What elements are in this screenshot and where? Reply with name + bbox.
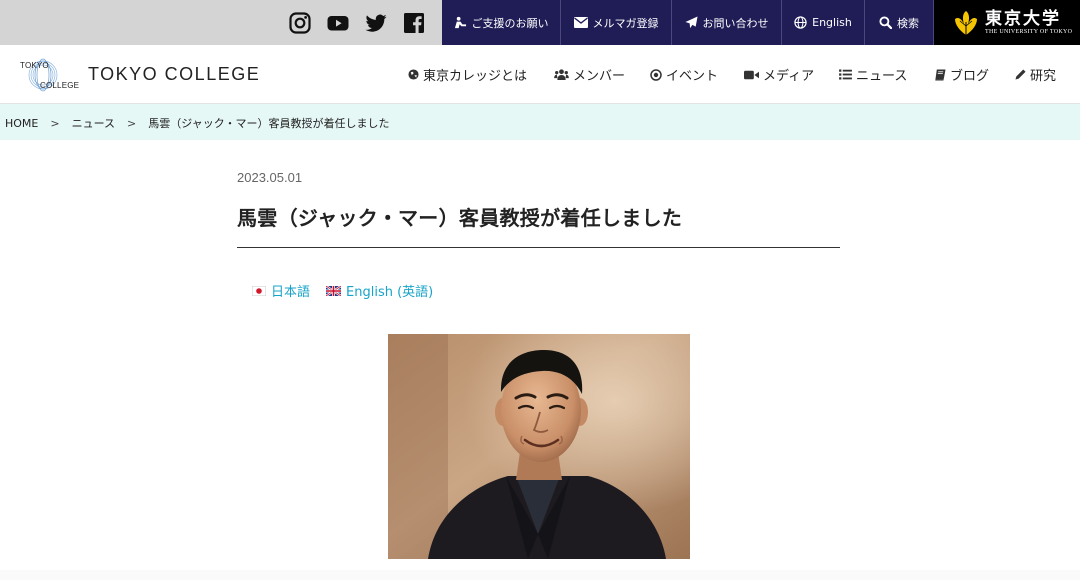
newsletter-label: メルマガ登録 bbox=[592, 16, 659, 30]
newsletter-button[interactable]: メルマガ登録 bbox=[561, 0, 672, 45]
utokyo-logo[interactable]: 東京大学 THE UNIVERSITY OF TOKYO bbox=[934, 0, 1080, 45]
japan-flag-icon bbox=[252, 285, 266, 296]
breadcrumb-separator: > bbox=[127, 116, 137, 130]
breadcrumb-separator: > bbox=[50, 116, 60, 130]
nav-research-label: 研究 bbox=[1030, 69, 1057, 84]
nav-blog[interactable]: ブログ bbox=[935, 65, 989, 84]
nav-research[interactable]: 研究 bbox=[1015, 65, 1056, 84]
english-label: English bbox=[812, 16, 852, 29]
language-switch: 日本語 English (英語) bbox=[252, 281, 433, 300]
book-icon bbox=[935, 69, 946, 80]
nav-members[interactable]: メンバー bbox=[554, 65, 625, 84]
search-icon bbox=[879, 16, 892, 29]
support-label: ご支援のお願い bbox=[471, 16, 549, 30]
breadcrumb-news[interactable]: ニュース bbox=[72, 115, 115, 131]
breadcrumb-home[interactable]: HOME bbox=[5, 117, 38, 130]
utokyo-name: 東京大学 bbox=[985, 8, 1061, 29]
send-icon bbox=[684, 16, 698, 29]
portrait-photo bbox=[388, 334, 690, 559]
page-bottom-edge bbox=[0, 570, 1080, 580]
pencil-icon bbox=[1015, 69, 1026, 80]
breadcrumb-current: 馬雲（ジャック・マー）客員教授が着任しました bbox=[148, 117, 390, 130]
site-header: TOKYO COLLEGE TOKYO COLLEGE 東京カレッジとは メンバ… bbox=[0, 45, 1080, 104]
search-label: 検索 bbox=[897, 16, 919, 30]
globe-icon bbox=[794, 16, 807, 29]
lang-english[interactable]: English (英語) bbox=[326, 281, 433, 300]
users-icon bbox=[554, 69, 569, 80]
nav-blog-label: ブログ bbox=[950, 69, 990, 84]
utokyo-name-en: THE UNIVERSITY OF TOKYO bbox=[985, 28, 1073, 35]
english-button[interactable]: English bbox=[782, 0, 865, 45]
nav-news[interactable]: ニュース bbox=[839, 65, 907, 84]
lang-japanese[interactable]: 日本語 bbox=[252, 281, 310, 300]
title-divider bbox=[237, 247, 840, 248]
video-icon bbox=[744, 70, 759, 79]
nav-media-label: メディア bbox=[763, 69, 815, 84]
breadcrumb-bar: HOME > ニュース > 馬雲（ジャック・マー）客員教授が着任しました bbox=[0, 104, 1080, 140]
lang-japanese-label: 日本語 bbox=[271, 285, 311, 300]
lang-english-label: English (英語) bbox=[346, 285, 434, 300]
search-button[interactable]: 検索 bbox=[865, 0, 934, 45]
nav-members-label: メンバー bbox=[573, 69, 626, 84]
support-icon bbox=[454, 16, 466, 29]
globe-icon bbox=[408, 69, 419, 80]
nav-about-label: 東京カレッジとは bbox=[423, 69, 528, 84]
nav-media[interactable]: メディア bbox=[744, 65, 814, 84]
nav-events-label: イベント bbox=[666, 69, 719, 84]
facebook-icon[interactable] bbox=[402, 11, 426, 35]
main-nav: 東京カレッジとは メンバー イベント メディア ニュース ブログ 研究 bbox=[0, 65, 1080, 84]
list-icon bbox=[839, 69, 852, 80]
article-title: 馬雲（ジャック・マー）客員教授が着任しました bbox=[237, 206, 683, 230]
twitter-icon[interactable] bbox=[364, 11, 388, 35]
instagram-icon[interactable] bbox=[288, 11, 312, 35]
breadcrumb: HOME > ニュース > 馬雲（ジャック・マー）客員教授が着任しました bbox=[5, 115, 390, 131]
utility-buttons: ご支援のお願い メルマガ登録 お問い合わせ English 検索 bbox=[442, 0, 934, 45]
youtube-icon[interactable] bbox=[326, 11, 350, 35]
nav-news-label: ニュース bbox=[856, 69, 908, 84]
contact-label: お問い合わせ bbox=[702, 16, 769, 30]
dot-circle-icon bbox=[650, 68, 662, 81]
support-button[interactable]: ご支援のお願い bbox=[442, 0, 561, 45]
top-bar: ご支援のお願い メルマガ登録 お問い合わせ English 検索 東京大学 TH… bbox=[0, 0, 1080, 45]
contact-button[interactable]: お問い合わせ bbox=[672, 0, 782, 45]
mail-icon bbox=[573, 17, 588, 28]
ginkgo-icon bbox=[955, 10, 977, 35]
nav-about[interactable]: 東京カレッジとは bbox=[408, 65, 527, 84]
nav-events[interactable]: イベント bbox=[650, 65, 718, 84]
social-links bbox=[288, 11, 426, 35]
uk-flag-icon bbox=[326, 285, 342, 296]
article-date: 2023.05.01 bbox=[237, 170, 303, 185]
